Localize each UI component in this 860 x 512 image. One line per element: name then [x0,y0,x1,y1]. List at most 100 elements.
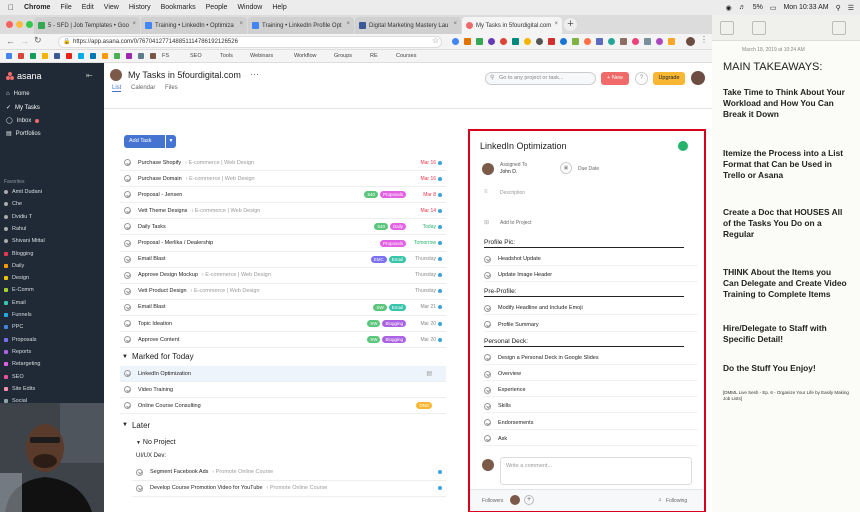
task-due-date[interactable]: Mar 16 [420,176,436,182]
subtask-check-icon[interactable] [484,321,491,329]
close-tab-icon[interactable]: × [554,21,558,27]
note-point[interactable]: Take Time to Think About Your Workload a… [723,87,849,120]
extension-icon[interactable] [632,38,639,45]
subtask-row[interactable]: Update Image Header [484,269,698,283]
note-point[interactable]: Itemize the Process into a List Format t… [723,148,849,181]
more-icon[interactable]: ··· [250,69,259,79]
sidebar-item-favorite[interactable]: PPC [4,324,23,330]
note-point[interactable]: Hire/Delegate to Staff with Specific Det… [723,323,849,345]
subtask-section-heading[interactable]: Profile Pic: [484,239,684,248]
apple-icon[interactable]:  [8,3,14,12]
bookmark-icon[interactable] [102,53,108,59]
menu-file[interactable]: File [60,4,71,11]
task-due-date[interactable]: Thursday [415,256,436,262]
zoom-window-icon[interactable] [26,21,33,28]
sidebar-item-home[interactable]: ⌂ Home [6,91,30,97]
subtask-check-icon[interactable] [484,386,491,394]
menu-people[interactable]: People [206,4,228,11]
note-footer[interactable]: [DMML Live Sesh - Ep. 6 - Organize Your … [723,390,849,402]
tag-badge[interactable]: 540 [374,223,388,231]
task-row[interactable]: LinkedIn Optimization ▤ [120,366,446,383]
bookmark-icon[interactable] [150,53,156,59]
task-row[interactable]: Approve Content SW Blogging Mar 20 [120,332,446,349]
subtask-row[interactable]: Profile Summary [484,319,698,332]
section-no-project[interactable]: ▼ No Project [136,439,176,446]
task-project[interactable]: ‹ E-commerce | Web Design [191,288,260,294]
close-tab-icon[interactable]: × [453,21,457,27]
task-project[interactable]: ‹ E-commerce | Web Design [202,272,271,278]
task-check-icon[interactable] [136,468,143,476]
tag-badge[interactable]: Proposals [379,191,406,199]
task-check-icon[interactable] [124,370,131,378]
task-check-icon[interactable] [124,336,131,344]
extension-icon[interactable] [596,38,603,45]
avatar[interactable] [110,69,122,81]
follower-avatar[interactable] [510,495,520,505]
task-due-date[interactable]: Mar 20 [420,321,436,327]
calendar-icon[interactable]: ▣ [560,162,572,174]
bookmark-icon[interactable] [78,53,84,59]
due-date-label[interactable]: Due Date [578,166,599,172]
sidebar-item-favorite[interactable]: Site Edits [4,386,35,392]
task-row[interactable]: Approve Design Mockup ‹ E-commerce | Web … [120,268,446,284]
bookmark-icon[interactable] [6,53,12,59]
minimize-window-icon[interactable] [16,21,23,28]
subtask-check-icon[interactable] [484,255,491,263]
extension-icon[interactable] [488,38,495,45]
bookmark-star-icon[interactable]: ☆ [432,36,439,45]
extension-icon[interactable] [500,38,507,45]
menu-list-icon[interactable]: ☰ [848,4,854,12]
sidebar-item-favorite[interactable]: Reports [4,349,31,355]
bookmark-folder[interactable]: FS [162,53,169,59]
add-follower-button[interactable]: + [524,495,534,505]
battery-icon[interactable]: ▭ [770,4,777,12]
subtask-row[interactable]: Design a Personal Deck in Google Slides [484,352,698,365]
tag-badge[interactable]: DNS [416,402,432,410]
notes-grid-icon[interactable] [720,21,734,35]
reload-icon[interactable]: ↻ [34,35,42,46]
sidebar-item-favorite[interactable]: Amit Dudani [4,189,42,195]
extension-icon[interactable] [668,38,675,45]
extension-icon[interactable] [512,38,519,45]
notes-format-icon[interactable] [752,21,766,35]
task-project[interactable]: ‹ E-commerce | Web Design [186,176,255,182]
extension-icon[interactable] [644,38,651,45]
assignee-avatar[interactable] [482,163,494,175]
complete-check-icon[interactable] [678,141,688,151]
task-row[interactable]: Online Course Consulting DNS [120,398,446,415]
extension-icon[interactable] [608,38,615,45]
task-check-icon[interactable] [124,255,131,263]
close-tab-icon[interactable]: × [346,21,350,27]
sidebar-item-favorite[interactable]: Email [4,300,26,306]
task-project[interactable]: ‹ E-commerce | Web Design [185,160,254,166]
task-title[interactable]: LinkedIn Optimization [480,141,567,151]
sidebar-item-favorite[interactable]: SEO [4,374,24,380]
bookmark-folder[interactable]: Courses [396,53,416,59]
sidebar-item-favorite[interactable]: Retargeting [4,361,40,367]
menu-app[interactable]: Chrome [24,4,50,11]
bookmark-folder[interactable]: RE [370,53,378,59]
task-project[interactable]: ‹ Promote Online Course [212,469,273,475]
search-input[interactable]: ⚲ Go to any project or task... [485,72,596,85]
bookmark-icon[interactable] [42,53,48,59]
task-row[interactable]: Purchase Shopify ‹ E-commerce | Web Desig… [120,155,446,171]
menu-edit[interactable]: Edit [82,4,94,11]
add-to-project[interactable]: Add to Project [500,220,531,226]
tab-calendar[interactable]: Calendar [131,85,155,91]
task-row[interactable]: Develop Course Promotion Video for YouTu… [132,481,446,497]
sidebar-item-favorite[interactable]: Daily [4,263,24,269]
subtask-row[interactable]: Headshot Update [484,253,698,266]
tag-badge[interactable]: SW [373,303,387,311]
section-later[interactable]: ▼ Later [122,421,150,430]
subtask-row[interactable]: Modify Headline and Include Emoji [484,302,698,316]
browser-tab[interactable]: 5 - SFD | Job Templates • Goo × [34,17,140,34]
caret-down-icon[interactable]: ▼ [122,354,128,360]
task-check-icon[interactable] [124,402,131,410]
browser-tab-active[interactable]: My Tasks in 5fourdigital.com × [462,17,562,34]
tag-badge[interactable]: Proposals [379,239,406,247]
note-title[interactable]: MAIN TAKEAWAYS: [723,61,822,73]
upgrade-button[interactable]: Upgrade [653,72,685,85]
tag-badge[interactable]: Blogging [382,336,406,344]
task-due-date[interactable]: Thursday [415,272,436,278]
task-row[interactable]: Video Training [120,382,446,399]
